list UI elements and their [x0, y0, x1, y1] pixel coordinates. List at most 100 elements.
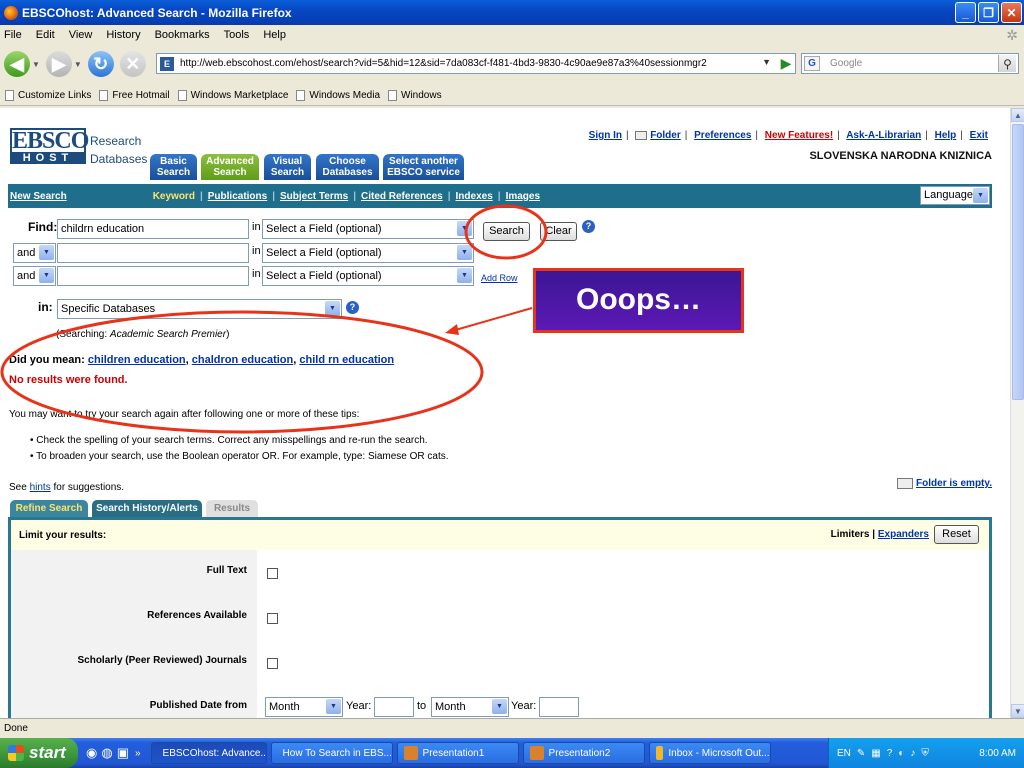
scroll-up-icon[interactable]: ▲: [1011, 108, 1024, 122]
task-label: Presentation1: [422, 747, 485, 759]
task-ebscohost[interactable]: EBSCOhost: Advance...: [150, 742, 267, 764]
expanders-link[interactable]: Expanders: [878, 529, 929, 540]
menu-edit[interactable]: Edit: [36, 29, 55, 41]
url-dropdown-icon[interactable]: ▼: [762, 57, 771, 67]
task-how-to-search[interactable]: How To Search in EBS...: [270, 742, 393, 764]
start-label: start: [29, 743, 66, 762]
bookmark-item[interactable]: Windows: [388, 90, 442, 101]
tab-search-history[interactable]: Search History/Alerts: [92, 500, 202, 518]
window-title: EBSCOhost: Advanced Search - Mozilla Fir…: [22, 5, 292, 20]
tab-refine-search[interactable]: Refine Search: [10, 500, 88, 518]
navigation-toolbar: ◀ ▼ ▶ ▼ ↻ ✕ ⌂ E http://web.ebscohost.com…: [0, 45, 1024, 83]
tray-network-icon[interactable]: ◐: [898, 748, 904, 759]
month-value: Month: [435, 701, 466, 713]
windows-taskbar: start ◉ ◍ ▣ » EBSCOhost: Advance... How …: [0, 738, 1024, 768]
full-text-label: Full Text: [206, 565, 247, 576]
scroll-down-icon[interactable]: ▼: [1011, 704, 1024, 718]
back-arrow-icon[interactable]: ◀: [4, 51, 30, 77]
bookmark-item[interactable]: Windows Marketplace: [177, 90, 289, 101]
quicklaunch-firefox-icon[interactable]: ◍: [101, 745, 112, 761]
windows-flag-icon: [8, 745, 24, 761]
tray-security-icon[interactable]: ⛨: [921, 748, 929, 759]
quicklaunch-more-icon[interactable]: »: [135, 748, 141, 759]
menu-tools[interactable]: Tools: [224, 29, 250, 41]
tab-results[interactable]: Results: [206, 500, 258, 518]
page-icon: [296, 90, 306, 101]
page-icon: [5, 90, 14, 101]
limiters-label: Limiters: [830, 529, 870, 540]
bookmark-label: Windows Media: [309, 90, 381, 101]
menu-bar: File Edit View History Bookmarks Tools H…: [0, 25, 1024, 45]
scholarly-journals-label: Scholarly (Peer Reviewed) Journals: [77, 655, 247, 666]
limit-title: Limit your results:: [19, 529, 107, 541]
google-engine-icon[interactable]: G: [804, 56, 820, 71]
task-label: Inbox - Microsoft Out...: [668, 747, 770, 759]
year-from-input[interactable]: [374, 697, 414, 717]
task-label: How To Search in EBS...: [282, 747, 392, 759]
tray-app-icon[interactable]: ▦: [871, 748, 880, 759]
scholarly-journals-checkbox[interactable]: [267, 658, 278, 669]
scroll-thumb[interactable]: [1012, 124, 1024, 400]
month-from-select[interactable]: Month ▼: [265, 697, 343, 717]
page-icon: [388, 90, 398, 101]
web-search-box[interactable]: G Google ⚲: [801, 53, 1019, 74]
limiters-expanders: Limiters | Expanders: [830, 529, 929, 540]
month-value: Month: [269, 701, 300, 713]
menu-history[interactable]: History: [106, 29, 140, 41]
tray-help-icon[interactable]: ?: [887, 748, 893, 759]
bookmark-label: Free Hotmail: [112, 90, 170, 101]
close-button[interactable]: ✕: [1001, 2, 1022, 23]
bookmark-label: Windows Marketplace: [190, 90, 289, 101]
task-label: EBSCOhost: Advance...: [162, 747, 267, 759]
task-label: Presentation2: [548, 747, 611, 759]
address-bar[interactable]: E http://web.ebscohost.com/ehost/search?…: [156, 53, 796, 74]
results-highlight-circle: [0, 310, 484, 434]
reset-button[interactable]: Reset: [934, 525, 979, 544]
menu-bookmarks[interactable]: Bookmarks: [155, 29, 210, 41]
menu-file[interactable]: File: [4, 29, 22, 41]
page-icon: [177, 90, 187, 101]
forward-dropdown-icon[interactable]: ▼: [74, 60, 82, 69]
go-arrow-icon[interactable]: ▶: [776, 54, 796, 73]
year-to-input[interactable]: [539, 697, 579, 717]
full-text-checkbox[interactable]: [267, 568, 278, 579]
chevron-down-icon: ▼: [326, 699, 341, 714]
system-tray: EN ✎ ▦ ? ◐ ♪ ⛨ 8:00 AM: [828, 738, 1024, 768]
powerpoint-icon: [403, 746, 418, 760]
limit-results-panel: Limit your results: Limiters | Expanders…: [8, 517, 992, 718]
month-to-select[interactable]: Month ▼: [431, 697, 509, 717]
task-presentation2[interactable]: Presentation2: [522, 742, 645, 764]
menu-view[interactable]: View: [69, 29, 93, 41]
back-dropdown-icon[interactable]: ▼: [32, 60, 40, 69]
firefox-icon: [4, 5, 18, 20]
minimize-button[interactable]: _: [955, 2, 976, 23]
forward-arrow-icon[interactable]: ▶: [45, 51, 72, 77]
quicklaunch-ie-icon[interactable]: ◉: [86, 745, 97, 761]
site-favicon-icon: E: [160, 56, 174, 71]
stop-icon[interactable]: ✕: [119, 51, 146, 77]
references-available-checkbox[interactable]: [267, 613, 278, 624]
bookmark-item[interactable]: Free Hotmail: [99, 90, 170, 101]
menu-help[interactable]: Help: [263, 29, 286, 41]
published-date-label: Published Date from: [149, 700, 247, 711]
start-button[interactable]: start: [0, 738, 78, 768]
year-label: Year:: [511, 700, 537, 712]
status-bar: Done: [0, 718, 1024, 738]
limit-label-column: Full Text References Available Scholarly…: [11, 550, 257, 718]
tray-volume-icon[interactable]: ♪: [910, 748, 915, 759]
bookmark-item[interactable]: Customize Links: [5, 90, 91, 101]
task-inbox-outlook[interactable]: Inbox - Microsoft Out...: [648, 742, 771, 764]
maximize-button[interactable]: ❐: [978, 2, 999, 23]
page-scrollbar[interactable]: ▲ ▼: [1010, 108, 1024, 718]
web-page: EBSCO HOST Research Databases Basic Searc…: [0, 108, 1010, 718]
reload-icon[interactable]: ↻: [87, 51, 114, 77]
language-indicator[interactable]: EN: [837, 748, 851, 759]
quicklaunch-outlook-icon[interactable]: ▣: [117, 745, 129, 761]
tray-tools-icon[interactable]: ✎: [857, 748, 865, 759]
year-label: Year:: [346, 700, 372, 712]
to-label: to: [417, 700, 427, 712]
task-presentation1[interactable]: Presentation1: [396, 742, 519, 764]
magnifier-icon[interactable]: ⚲: [998, 55, 1016, 72]
outlook-icon: [655, 746, 664, 760]
bookmark-item[interactable]: Windows Media: [296, 90, 380, 101]
